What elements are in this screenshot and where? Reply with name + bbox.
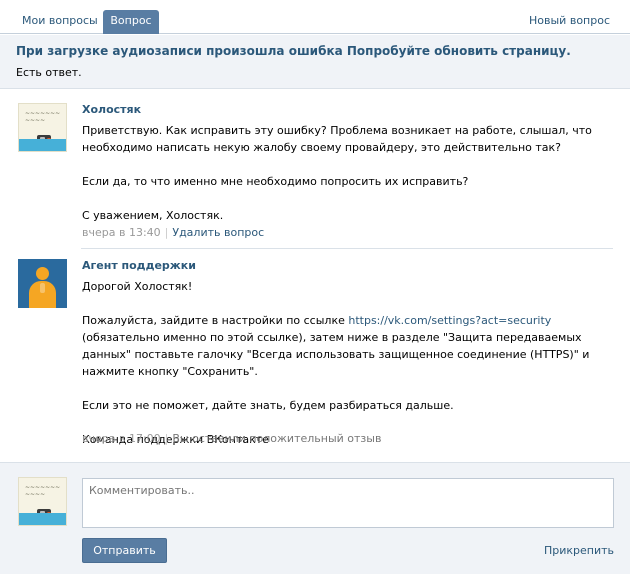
post-paragraph: Если это не поможет, дайте знать, будем … [82, 399, 454, 412]
delete-question-link[interactable]: Удалить вопрос [172, 226, 264, 239]
question-header: При загрузке аудиозаписи произошла ошибк… [0, 35, 630, 89]
post-meta: вчера в 17:00 | Вы оставили положительный … [82, 432, 381, 445]
tab-question[interactable]: Вопрос [103, 10, 159, 34]
question-post: ~~~~~~~ ~~~~ Холостяк Приветствую. Как ис… [0, 101, 630, 247]
settings-link[interactable]: https://vk.com/settings?act=security [348, 314, 551, 327]
post-author[interactable]: Холостяк [82, 103, 141, 116]
avatar-decoration: ~~~~~~~ ~~~~ [25, 484, 61, 498]
agent-hands [40, 283, 45, 293]
feedback-note: Вы оставили положительный отзыв [172, 432, 382, 445]
question-status: Есть ответ. [16, 66, 82, 79]
question-page: Мои вопросы Вопрос Новый вопрос При загр… [0, 0, 630, 574]
meta-separator: | [164, 226, 169, 239]
tab-my-questions[interactable]: Мои вопросы [12, 10, 108, 34]
post-author[interactable]: Агент поддержки [82, 259, 196, 272]
post-meta: вчера в 13:40 | Удалить вопрос [82, 226, 264, 239]
tab-bar: Мои вопросы Вопрос Новый вопрос [0, 0, 630, 34]
agent-head [36, 267, 49, 280]
paragraph-end: (обязательно именно по этой ссылке), зат… [82, 331, 590, 378]
post-time: вчера в 13:40 [82, 226, 161, 239]
avatar-decoration: ~~~~~~~ ~~~~ [25, 110, 61, 124]
post-greeting: Дорогой Холостяк! [82, 280, 193, 293]
post-line: Приветствую. Как исправить эту ошибку? П… [82, 124, 592, 154]
post-divider [81, 248, 613, 249]
avatar-stripe [19, 513, 66, 525]
new-question-link[interactable]: Новый вопрос [519, 10, 620, 34]
reply-box: ~~~~~~~~~~~ Отправить Прикрепить [0, 462, 630, 574]
support-agent-avatar[interactable] [18, 259, 67, 308]
question-title: При загрузке аудиозаписи произошла ошибк… [16, 44, 571, 58]
post-line: С уважением, Холостяк. [82, 209, 224, 222]
post-text: Дорогой Холостяк! Пожалуйста, зайдите в … [82, 278, 612, 448]
post-time: вчера в 17:00 [82, 432, 161, 445]
post-paragraph: Пожалуйста, зайдите в настройки по ссылк… [82, 312, 612, 380]
send-button[interactable]: Отправить [82, 538, 167, 563]
avatar-stripe [19, 139, 66, 151]
attach-link[interactable]: Прикрепить [544, 544, 614, 557]
answer-post: Агент поддержки Дорогой Холостяк! Пожалу… [0, 257, 630, 453]
post-line: Если да, то что именно мне необходимо по… [82, 175, 469, 188]
meta-separator: | [164, 432, 169, 445]
book-cover-avatar[interactable]: ~~~~~~~ ~~~~ [18, 477, 67, 526]
comment-input[interactable] [82, 478, 614, 528]
post-text: Приветствую. Как исправить эту ошибку? П… [82, 122, 612, 224]
paragraph-start: Пожалуйста, зайдите в настройки по ссылк… [82, 314, 349, 327]
book-cover-avatar[interactable]: ~~~~~~~ ~~~~ [18, 103, 67, 152]
